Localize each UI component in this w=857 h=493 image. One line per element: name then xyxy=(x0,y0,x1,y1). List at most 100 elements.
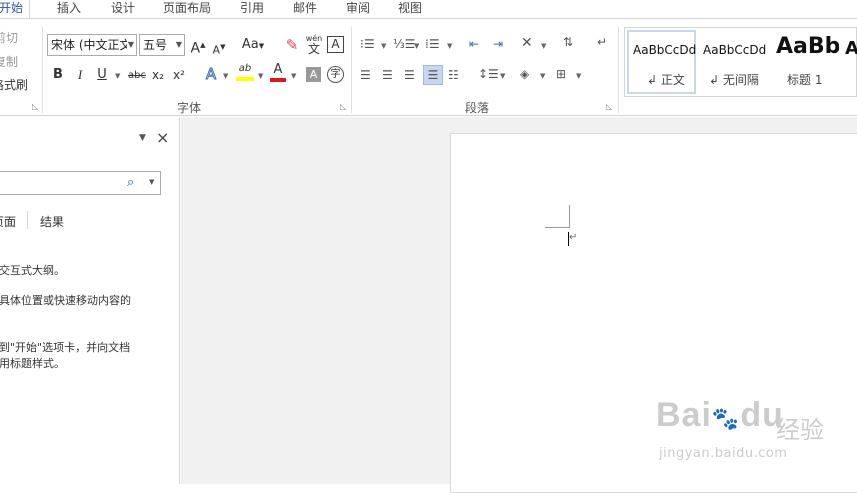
character-shading-button[interactable]: A xyxy=(306,67,321,82)
nav-hint-line: 向交互式大纲。 xyxy=(0,264,65,277)
clear-formatting-icon[interactable]: ✎ xyxy=(283,36,301,54)
paragraph-mark-icon: ↵ xyxy=(569,232,578,243)
underline-button[interactable]: U xyxy=(95,66,109,84)
superscript-icon: x² xyxy=(173,68,185,82)
multilevel-list-dropdown-caret[interactable]: ▼ xyxy=(447,42,452,50)
change-case-button[interactable]: Aa▼ xyxy=(240,36,266,55)
styles-gallery: AaBbCcDd ↲ 正文 AaBbCcDd ↲ 无间隔 AaBb 标题 1 A xyxy=(624,27,857,97)
style-normal-label: ↲ 正文 xyxy=(647,73,685,87)
tab-references[interactable]: 引用 xyxy=(240,0,264,18)
tab-review[interactable]: 审阅 xyxy=(346,0,370,18)
style-heading-1[interactable]: AaBb 标题 1 xyxy=(775,30,839,94)
font-dialog-launcher[interactable]: ◺ xyxy=(340,103,348,111)
style-preview: AaBbCcDd xyxy=(703,43,767,57)
font-color-dropdown-caret[interactable]: ▼ xyxy=(291,72,296,80)
style-no-spacing-label: ↲ 无间隔 xyxy=(709,73,759,87)
highlight-button[interactable]: ab xyxy=(236,63,254,81)
text-effects-button[interactable]: A xyxy=(203,65,219,84)
tab-mailings[interactable]: 邮件 xyxy=(293,0,317,18)
multilevel-list-icon[interactable]: ⁞☰ xyxy=(425,37,440,51)
search-icon[interactable]: ⌕ xyxy=(127,175,134,190)
style-heading-2[interactable]: A xyxy=(843,30,857,94)
enclose-characters-button[interactable]: 字 xyxy=(327,66,344,83)
increase-indent-icon[interactable]: ⇥ xyxy=(493,37,503,51)
numbering-dropdown-caret[interactable]: ▼ xyxy=(414,42,419,50)
character-border-button[interactable]: A xyxy=(327,36,344,53)
line-spacing-icon[interactable]: ↕☰ xyxy=(478,67,499,81)
highlight-dropdown-caret[interactable]: ▼ xyxy=(258,72,263,80)
show-paragraph-marks-icon[interactable]: ↵ xyxy=(597,35,607,49)
numbering-icon[interactable]: ⅓☰ xyxy=(393,37,415,51)
close-icon[interactable]: × xyxy=(156,128,169,147)
chevron-down-icon: ▼ xyxy=(127,40,134,49)
sort-icon[interactable]: ⇅ xyxy=(563,35,573,49)
tab-home[interactable]: 开始 xyxy=(0,0,31,18)
copy-button[interactable]: 复制 xyxy=(0,53,18,70)
phonetic-guide-char: 文 xyxy=(307,42,320,56)
style-no-spacing[interactable]: AaBbCcDd ↲ 无间隔 xyxy=(699,30,768,94)
italic-button[interactable]: I xyxy=(73,66,87,84)
change-case-label: Aa xyxy=(241,37,259,52)
borders-icon[interactable]: ⊞ xyxy=(556,67,566,81)
subscript-icon: x₂ xyxy=(152,68,164,82)
paragraph-group-label: 段落 xyxy=(465,101,490,115)
style-preview: AaBb xyxy=(776,34,839,59)
style-preview: A xyxy=(845,38,857,59)
justify-icon[interactable]: ☰ xyxy=(423,65,443,85)
text-effects-icon: A xyxy=(205,65,217,84)
tab-page-layout[interactable]: 页面布局 xyxy=(163,0,211,18)
baidu-watermark-logo: Bai🐾du xyxy=(656,396,784,434)
tab-results[interactable]: 结果 xyxy=(40,213,64,230)
strikethrough-icon: abc xyxy=(128,70,146,81)
nav-hint-line: 转到"开始"选项卡，并向文档 xyxy=(0,341,131,354)
align-center-icon[interactable]: ☰ xyxy=(382,68,393,82)
highlight-icon: ab xyxy=(238,63,252,74)
tab-insert[interactable]: 插入 xyxy=(57,0,81,18)
tab-view[interactable]: 视图 xyxy=(398,0,422,18)
tab-pages[interactable]: 页面 xyxy=(0,213,16,230)
tab-design[interactable]: 设计 xyxy=(111,0,135,18)
shading-icon[interactable]: ◈ xyxy=(520,67,529,81)
phonetic-guide-button[interactable]: wén 文 xyxy=(305,34,323,56)
format-painter-button[interactable]: 格式刷 xyxy=(0,76,28,93)
grow-font-button[interactable]: A▲ xyxy=(190,36,206,58)
shading-dropdown-caret[interactable]: ▼ xyxy=(540,72,545,80)
line-spacing-dropdown-caret[interactable]: ▼ xyxy=(500,72,505,80)
shrink-font-button[interactable]: A▼ xyxy=(212,38,226,60)
bold-icon: B xyxy=(53,67,63,82)
decrease-indent-icon[interactable]: ⇤ xyxy=(469,37,479,51)
bullets-icon[interactable]: ⁝☰ xyxy=(360,37,375,51)
distributed-icon[interactable]: ☷ xyxy=(448,68,459,82)
underline-icon: U xyxy=(97,67,107,82)
clipboard-dialog-launcher[interactable]: ◺ xyxy=(32,103,40,111)
align-left-icon[interactable]: ☰ xyxy=(360,68,371,82)
character-shading-icon: A xyxy=(309,68,318,81)
style-normal[interactable]: AaBbCcDd ↲ 正文 xyxy=(627,30,696,94)
paw-icon: 🐾 xyxy=(711,406,741,431)
text-effects-dropdown-caret[interactable]: ▼ xyxy=(223,72,228,80)
baidu-watermark-brand: 经验 xyxy=(776,416,824,444)
style-preview: AaBbCcDd xyxy=(633,43,697,57)
chevron-down-icon[interactable]: ▼ xyxy=(149,178,154,186)
bold-button[interactable]: B xyxy=(51,66,65,84)
pane-options-caret[interactable]: ▼ xyxy=(139,133,146,143)
chinese-layout-dropdown-caret[interactable]: ▼ xyxy=(541,42,546,50)
font-size-dropdown[interactable]: 五号 ▼ xyxy=(139,34,185,56)
paragraph-dialog-launcher[interactable]: ◺ xyxy=(606,103,614,111)
search-input[interactable]: ⌕ ▼ xyxy=(0,171,161,195)
underline-dropdown-caret[interactable]: ▼ xyxy=(115,72,120,80)
cut-button[interactable]: 剪切 xyxy=(0,29,18,46)
document-page[interactable]: ↵ Bai🐾du 经验 jingyan.baidu.com xyxy=(450,133,857,493)
chinese-layout-icon[interactable]: ✕ xyxy=(521,36,533,50)
font-name-dropdown[interactable]: 宋体 (中文正文 ▼ xyxy=(47,34,137,56)
strikethrough-button[interactable]: abc xyxy=(127,67,147,85)
bullets-dropdown-caret[interactable]: ▼ xyxy=(381,42,386,50)
borders-dropdown-caret[interactable]: ▼ xyxy=(576,72,581,80)
align-right-icon[interactable]: ☰ xyxy=(404,68,415,82)
superscript-button[interactable]: x² xyxy=(172,66,186,84)
subscript-button[interactable]: x₂ xyxy=(151,66,165,84)
font-size-value: 五号 xyxy=(143,38,168,52)
baidu-watermark-url: jingyan.baidu.com xyxy=(659,446,788,461)
font-color-button[interactable]: A xyxy=(270,63,286,82)
font-color-icon: A xyxy=(273,62,283,77)
